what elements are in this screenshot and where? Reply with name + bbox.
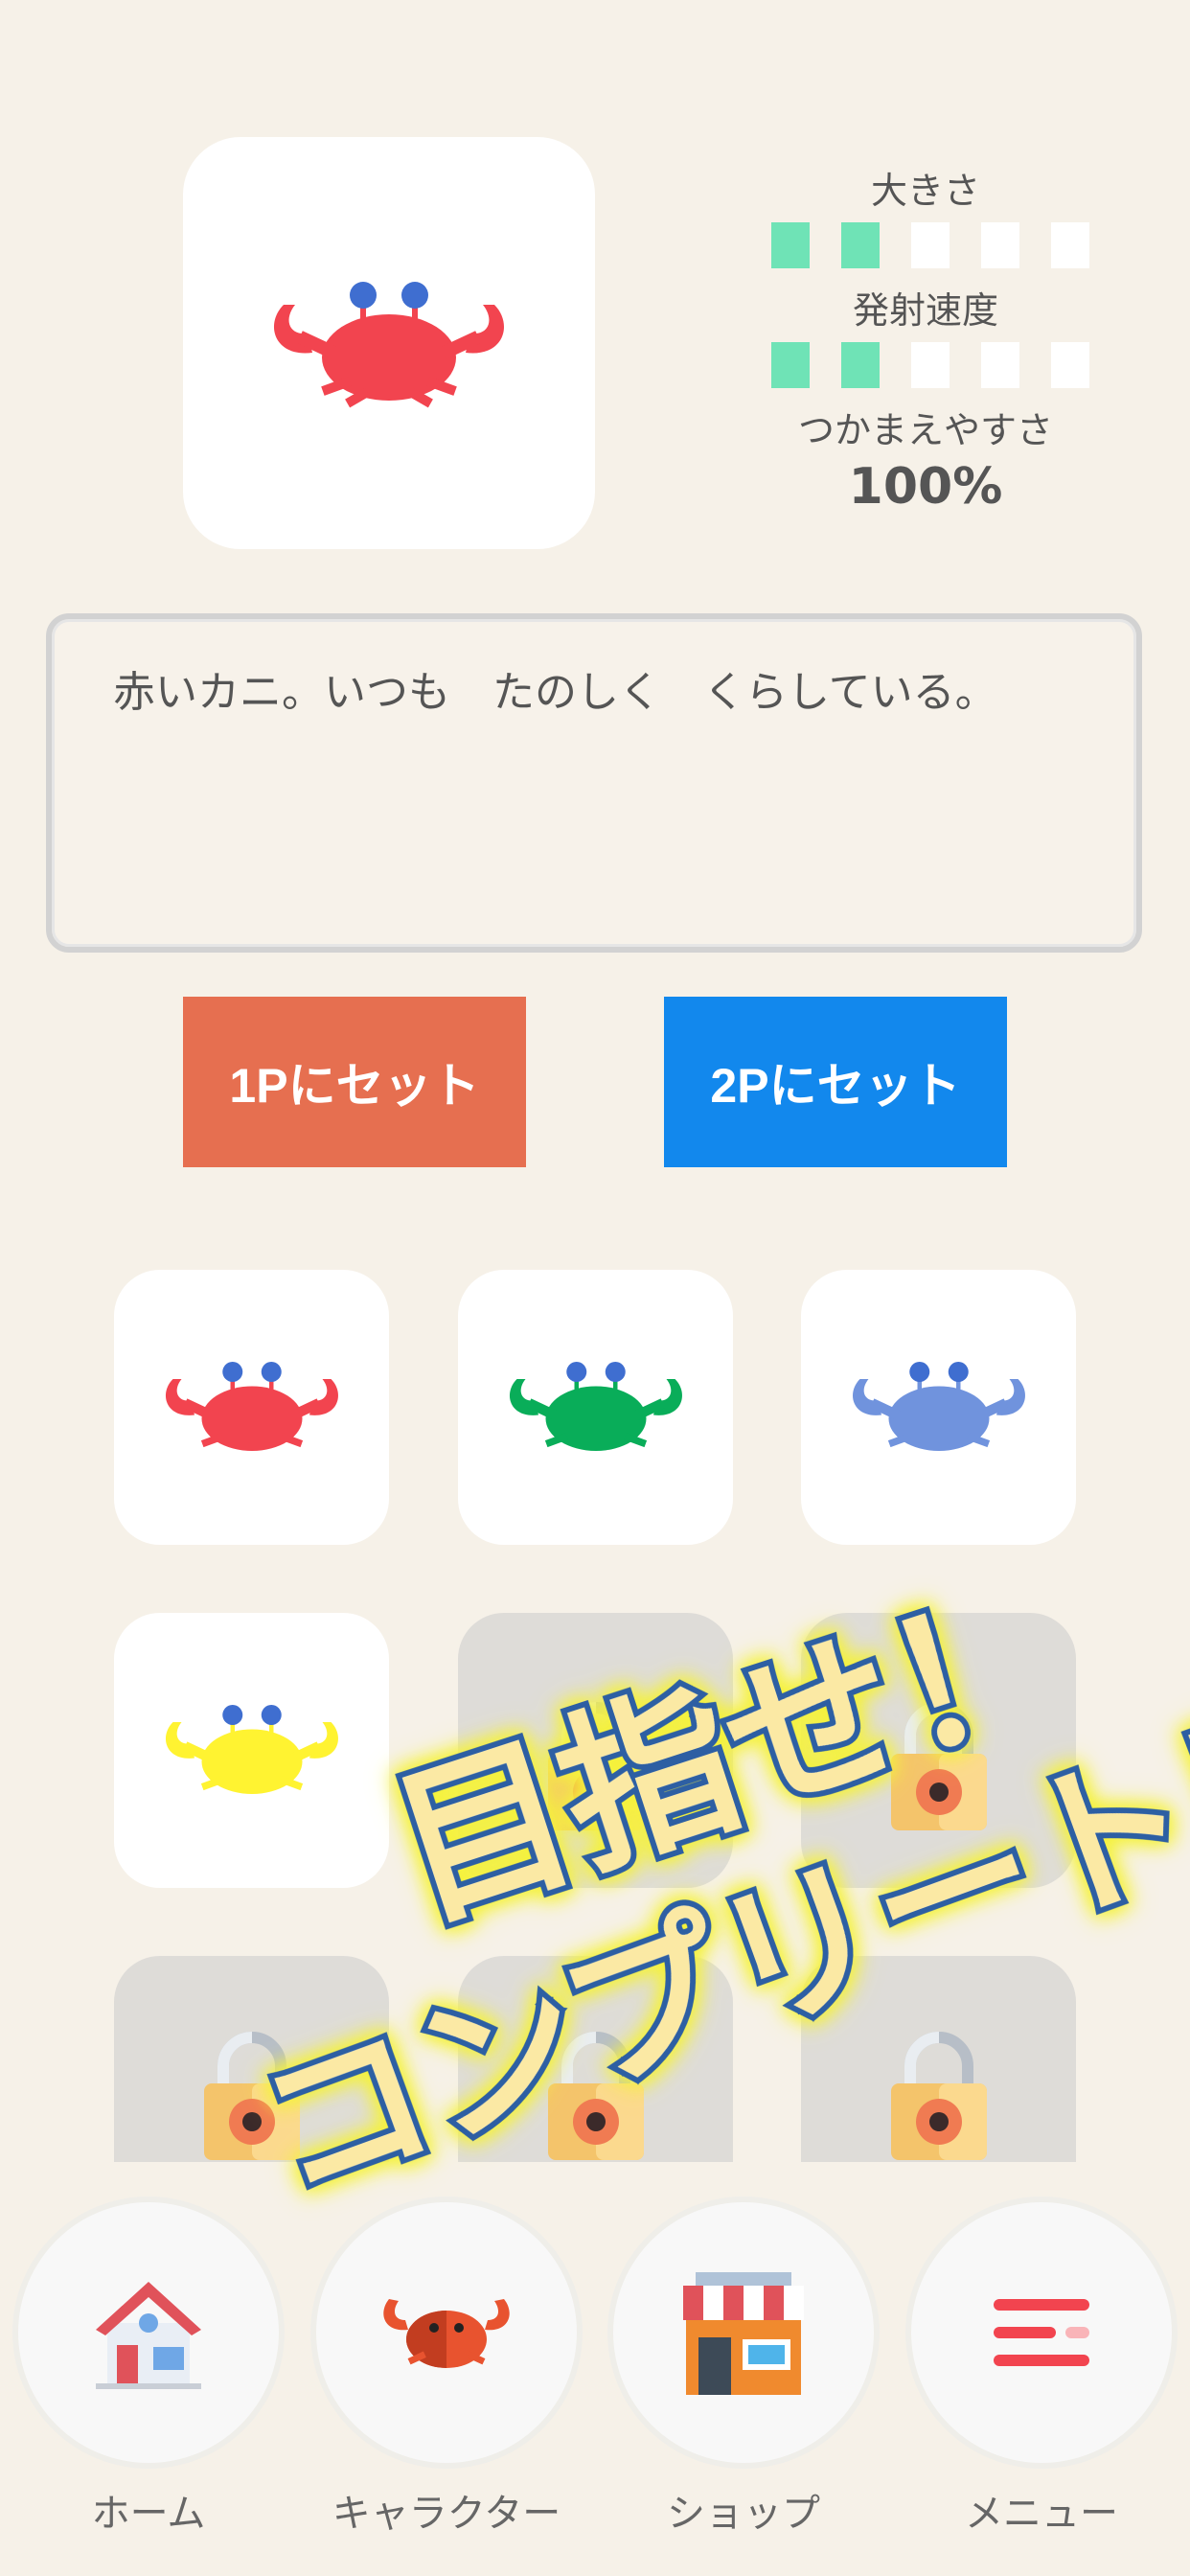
nav-menu-label: メニュー (965, 2492, 1118, 2536)
catch-value: 100% (848, 458, 1003, 516)
nav-character-label: キャラクター (332, 2492, 561, 2536)
character-description: 赤いカニ。いつも たのしく くらしている。 (46, 613, 1142, 953)
crab-icon (383, 2299, 510, 2368)
crab-icon (838, 1350, 1040, 1465)
crab-icon (151, 1693, 353, 1808)
speed-bar-segment (981, 342, 1019, 388)
size-bar-segment (911, 222, 950, 268)
speed-bar-segment (911, 342, 950, 388)
size-bar-segment (1051, 222, 1089, 268)
nav-home-label: ホーム (91, 2492, 206, 2536)
set-1p-button[interactable]: 1Pにセット (183, 997, 526, 1167)
size-bar-segment (981, 222, 1019, 268)
catch-label: つかまえやすさ (797, 409, 1053, 451)
description-text: 赤いカニ。いつも たのしく くらしている。 (113, 668, 997, 717)
speed-bar-segment (1051, 342, 1089, 388)
house-icon (96, 2282, 201, 2389)
size-bar (771, 222, 1089, 268)
shop-icon (683, 2272, 804, 2395)
set-2p-button[interactable]: 2Pにセット (664, 997, 1007, 1167)
speed-bar (771, 342, 1089, 388)
red-crab-icon (274, 282, 504, 408)
size-bar-segment (771, 222, 810, 268)
crab-icon (495, 1350, 697, 1465)
crab-icon (151, 1350, 353, 1465)
size-bar-segment (841, 222, 880, 268)
character-tile-red-crab[interactable] (114, 1270, 389, 1545)
nav-menu-button[interactable] (911, 2202, 1172, 2463)
menu-icon (994, 2299, 1089, 2366)
nav-character-button[interactable] (316, 2202, 577, 2463)
character-tile-blue-crab[interactable] (801, 1270, 1076, 1545)
selected-character-preview (183, 137, 595, 549)
speed-bar-segment (771, 342, 810, 388)
nav-home-button[interactable] (18, 2202, 279, 2463)
speed-label: 発射速度 (852, 289, 998, 332)
lock-icon (886, 2028, 992, 2162)
character-tile-yellow-crab[interactable] (114, 1613, 389, 1888)
nav-shop-button[interactable] (613, 2202, 874, 2463)
size-label: 大きさ (870, 170, 980, 212)
speed-bar-segment (841, 342, 880, 388)
character-tile-green-crab[interactable] (458, 1270, 733, 1545)
nav-shop-label: ショップ (667, 2492, 820, 2536)
